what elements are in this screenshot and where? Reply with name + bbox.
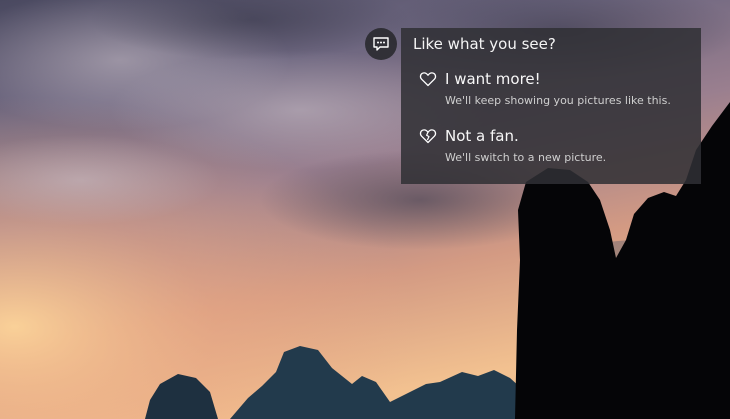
broken-heart-icon <box>419 129 437 144</box>
option-label: I want more! <box>445 70 541 88</box>
option-not-a-fan[interactable]: Not a fan. We'll switch to a new picture… <box>413 125 689 173</box>
heart-outline-icon <box>419 72 437 87</box>
feedback-panel: Like what you see? I want more! We'll ke… <box>401 28 701 184</box>
option-want-more[interactable]: I want more! We'll keep showing you pict… <box>413 68 689 116</box>
option-description: We'll switch to a new picture. <box>445 151 607 164</box>
chat-bubble-icon <box>373 37 389 51</box>
feedback-chat-button[interactable] <box>365 28 397 60</box>
option-label: Not a fan. <box>445 127 519 145</box>
feedback-title: Like what you see? <box>413 35 556 53</box>
option-description: We'll keep showing you pictures like thi… <box>445 94 671 107</box>
